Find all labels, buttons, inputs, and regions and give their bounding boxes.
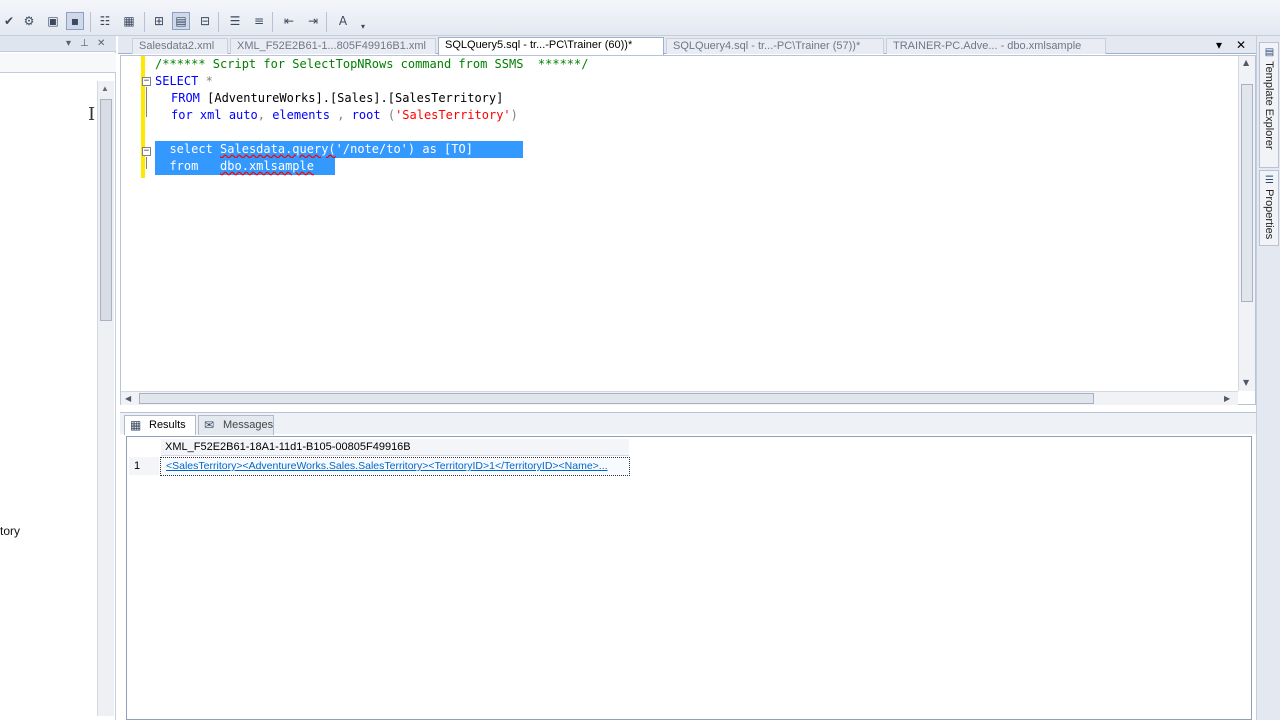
toolbar-separator [218, 12, 219, 32]
panel-toolbar [0, 53, 116, 73]
text-cursor-icon: I [88, 104, 96, 125]
tree-node-label[interactable]: tory [0, 524, 20, 538]
tab-sqlquery5[interactable]: SQLQuery5.sql - tr...-PC\Trainer (60))* [438, 37, 664, 55]
scrollbar-thumb[interactable] [1241, 84, 1253, 302]
scroll-right-icon[interactable]: ▶ [1224, 394, 1230, 403]
string-literal: '/note/to' [335, 142, 408, 156]
scroll-up-icon[interactable]: ▲ [101, 84, 109, 93]
object-explorer-panel: ▾ ⊥ ✕ ▲ tory [0, 36, 116, 720]
outline-line [146, 157, 147, 169]
editor-horizontal-scrollbar[interactable]: ◀ ▶ [121, 391, 1238, 405]
parse-icon[interactable]: ⚙ [20, 12, 38, 30]
toolbar-separator [90, 12, 91, 32]
editor-vertical-scrollbar[interactable]: ▲ ▼ [1238, 56, 1255, 391]
code-line-3: FROM [AdventureWorks].[Sales].[SalesTerr… [171, 90, 503, 107]
code-line-2: SELECT * [155, 73, 213, 90]
editor-margin: − − [121, 56, 155, 391]
toolbar-overflow-icon[interactable]: ▾ [354, 18, 372, 36]
outline-line [146, 87, 147, 117]
query-editor[interactable]: − − /****** Script for SelectTopNRows co… [120, 55, 1256, 405]
template-explorer-tab[interactable]: ▤ Template Explorer [1259, 42, 1279, 168]
properties-icon: ☰ [1264, 175, 1275, 186]
results-tabstrip: ▦ Results ✉ Messages [120, 412, 1256, 435]
tab-label: Results [149, 419, 186, 431]
keyword: from [169, 159, 199, 173]
code-line-4: for xml auto, elements , root ('SalesTer… [171, 108, 518, 122]
scroll-left-icon[interactable]: ◀ [125, 394, 131, 403]
collapse-toggle-icon[interactable]: − [142, 147, 151, 156]
side-tab-label: Template Explorer [1263, 61, 1275, 150]
pin-icon[interactable]: ⊥ [80, 36, 89, 52]
scroll-up-icon[interactable]: ▲ [1243, 58, 1249, 67]
keyword: FROM [171, 91, 200, 105]
code-text: [AdventureWorks].[Sales].[SalesTerritory… [199, 91, 504, 105]
query-toolbar: ✔ ⚙ ▣ ▪ ☷ ▦ ⊞ ▤ ⊟ ☰ ≡ ⇤ ⇥ A ▾ [0, 0, 1280, 36]
keyword: for xml [171, 108, 222, 122]
panel-header: ▾ ⊥ ✕ [0, 36, 116, 52]
code-line-1: /****** Script for SelectTopNRows comman… [155, 56, 588, 73]
messages-icon: ✉ [204, 418, 215, 432]
decrease-indent-icon[interactable]: ⇤ [280, 12, 298, 30]
tab-messages[interactable]: ✉ Messages [198, 415, 274, 435]
keyword: select [169, 142, 213, 156]
side-tool-strip: ▤ Template Explorer ☰ Properties [1256, 36, 1280, 720]
column-header[interactable]: XML_F52E2B61-18A1-11d1-B105-00805F49916B [161, 439, 629, 456]
code-text: * [198, 74, 213, 88]
code-text: [TO] [444, 142, 473, 156]
increase-indent-icon[interactable]: ⇥ [304, 12, 322, 30]
specify-values-icon[interactable]: A [334, 12, 352, 30]
string-literal: 'SalesTerritory' [395, 108, 511, 122]
keyword: auto [228, 108, 258, 122]
save-results-icon[interactable]: ▪ [66, 12, 84, 30]
grid-icon: ▦ [130, 418, 142, 432]
client-stats-icon[interactable]: ⊟ [196, 12, 214, 30]
side-tab-label: Properties [1263, 189, 1275, 240]
change-marker [141, 56, 145, 178]
results-to-text-icon[interactable]: ☷ [96, 12, 114, 30]
scrollbar-thumb[interactable] [139, 393, 1094, 404]
collapse-toggle-icon[interactable]: − [142, 77, 151, 86]
results-grid[interactable]: XML_F52E2B61-18A1-11d1-B105-00805F49916B… [126, 436, 1252, 720]
tab-list-dropdown-icon[interactable]: ▾ [1216, 36, 1222, 54]
row-number[interactable]: 1 [129, 457, 159, 475]
results-to-grid-icon[interactable]: ▦ [120, 12, 138, 30]
include-plan-icon[interactable]: ▣ [44, 12, 62, 30]
properties-tab[interactable]: ☰ Properties [1259, 170, 1279, 246]
tab-label: Messages [223, 419, 274, 431]
tab-salesdata2[interactable]: Salesdata2.xml [132, 38, 228, 54]
close-icon[interactable]: ✕ [97, 36, 105, 52]
comment-icon[interactable]: ☰ [226, 12, 244, 30]
xml-result-link[interactable]: <SalesTerritory><AdventureWorks.Sales.Sa… [160, 457, 630, 476]
dropdown-icon[interactable]: ▾ [66, 36, 71, 52]
code-text: dbo.xmlsample [220, 159, 314, 173]
results-to-file-icon[interactable]: ⊞ [150, 12, 168, 30]
keyword: elements [272, 108, 330, 122]
close-tab-icon[interactable]: ✕ [1236, 36, 1246, 54]
template-explorer-icon: ▤ [1264, 47, 1275, 58]
uncomment-icon[interactable]: ≡ [250, 12, 268, 30]
tab-sqlquery4[interactable]: SQLQuery4.sql - tr...-PC\Trainer (57))* [666, 38, 884, 54]
tab-xmlsample-table[interactable]: TRAINER-PC.Adve... - dbo.xmlsample [886, 38, 1106, 54]
toolbar-separator [326, 12, 327, 32]
scrollbar-thumb[interactable] [100, 99, 112, 321]
tab-xml-result[interactable]: XML_F52E2B61-1...805F49916B1.xml [230, 38, 436, 54]
keyword: SELECT [155, 74, 199, 88]
toolbar-separator [144, 12, 145, 32]
code-line-6-selected: from dbo.xmlsample [155, 158, 335, 175]
scroll-down-icon[interactable]: ▼ [1243, 378, 1249, 387]
toolbar-separator [272, 12, 273, 32]
code-line-5-selected: select Salesdata.query('/note/to') as [T… [155, 141, 523, 158]
tab-results[interactable]: ▦ Results [124, 415, 196, 435]
document-tabstrip: Salesdata2.xml XML_F52E2B61-1...805F4991… [118, 36, 1256, 55]
keyword: root [351, 108, 381, 122]
check-icon[interactable]: ✔ [0, 12, 18, 30]
grid-view-icon[interactable]: ▤ [172, 12, 190, 30]
keyword: as [422, 142, 437, 156]
panel-scrollbar[interactable]: ▲ [97, 81, 114, 716]
code-text: Salesdata.query( [220, 142, 336, 156]
comment-text: /****** Script for SelectTopNRows comman… [155, 57, 589, 71]
